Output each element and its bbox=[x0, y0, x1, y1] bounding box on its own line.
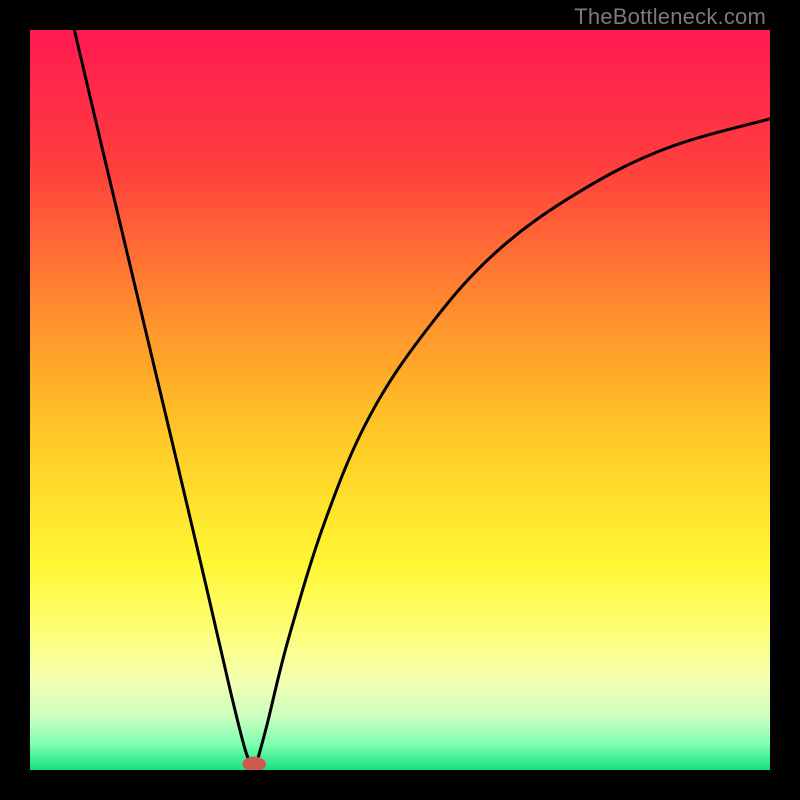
watermark-text: TheBottleneck.com bbox=[574, 4, 766, 30]
chart-frame bbox=[30, 30, 770, 770]
chart-svg bbox=[30, 30, 770, 770]
chart-background bbox=[30, 30, 770, 770]
